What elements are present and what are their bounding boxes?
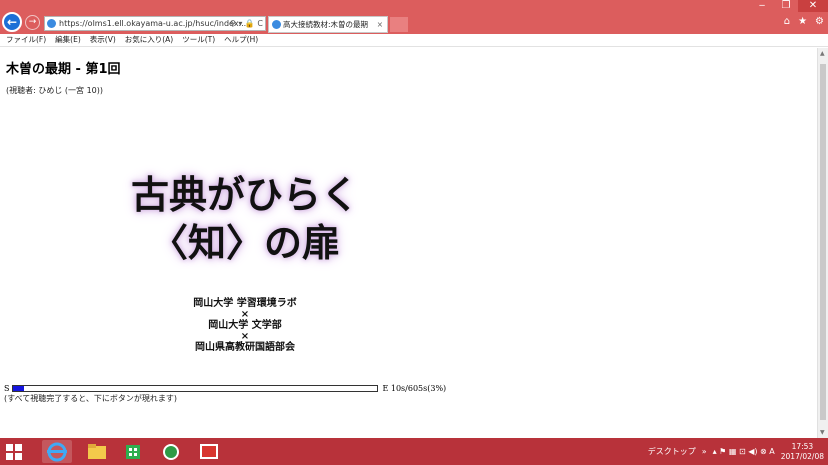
windows-taskbar: デスクトップ » ▴ ⚑ ▦ ⊡ ◀) ⊗ A 17:53 2017/02/08 — [0, 438, 828, 465]
minimize-button[interactable]: ‒ — [750, 0, 774, 12]
clock-date: 2017/02/08 — [780, 451, 824, 461]
page-content: 木曽の最期 - 第1回 (視聴者: ひめじ (一宮 10)) 古典がひらく 〈知… — [0, 48, 817, 438]
tray-chevron-icon[interactable]: » — [702, 447, 707, 456]
address-bar[interactable]: https://olms1.ell.okayama-u.ac.jp/hsuc/i… — [44, 16, 266, 31]
progress-e: E — [382, 383, 389, 393]
video-credits: 岡山大学 学習環境ラボ × 岡山大学 文学部 × 岡山県高教研国語部会 — [0, 298, 490, 353]
back-button[interactable]: ← — [2, 12, 22, 32]
system-tray: デスクトップ » ▴ ⚑ ▦ ⊡ ◀) ⊗ A 17:53 2017/02/08 — [648, 438, 828, 465]
store-icon — [126, 445, 140, 459]
progress-start-label: S — [4, 383, 10, 393]
file-explorer-taskbar-icon[interactable] — [82, 440, 112, 463]
credit-line: 岡山県高教研国語部会 — [195, 342, 295, 353]
scrollbar-thumb[interactable] — [820, 64, 826, 420]
menu-bar: ファイル(F) 編集(E) 表示(V) お気に入り(A) ツール(T) ヘルプ(… — [0, 34, 828, 47]
app-taskbar-icon-2[interactable] — [194, 440, 224, 463]
back-arrow-icon: ← — [6, 15, 18, 29]
video-player[interactable]: 古典がひらく 〈知〉の扉 岡山大学 学習環境ラボ × 岡山大学 文学部 × 岡山… — [0, 112, 490, 374]
menu-tools[interactable]: ツール(T) — [182, 34, 215, 46]
viewing-progress: S E 10s/605s(3%) — [4, 383, 446, 393]
close-window-button[interactable]: ✕ — [798, 0, 828, 12]
browser-toolbar-icons: ⌂ ★ ⚙ — [784, 16, 824, 27]
menu-favorites[interactable]: お気に入り(A) — [125, 34, 173, 46]
progress-fill — [13, 385, 25, 391]
new-tab-button[interactable] — [390, 17, 408, 32]
credit-line: 岡山大学 文学部 — [208, 320, 282, 331]
site-favicon-icon — [47, 19, 56, 28]
address-tools-icons[interactable]: ⚲ ▾ 🔒 C — [230, 17, 263, 30]
folder-icon — [88, 444, 106, 459]
forward-arrow-icon: → — [28, 17, 37, 27]
ie-icon — [47, 442, 67, 462]
favorites-star-icon[interactable]: ★ — [798, 16, 807, 27]
scroll-down-icon[interactable]: ▼ — [820, 429, 825, 436]
red-app-icon — [200, 444, 218, 459]
credit-line: 岡山大学 学習環境ラボ — [193, 298, 297, 309]
tray-status-icons[interactable]: ▴ ⚑ ▦ ⊡ ◀) ⊗ A — [713, 447, 775, 456]
internet-explorer-taskbar-icon[interactable] — [42, 440, 72, 463]
scroll-up-icon[interactable]: ▲ — [820, 50, 825, 57]
home-icon[interactable]: ⌂ — [784, 16, 790, 27]
restore-button[interactable]: ❐ — [774, 0, 798, 12]
credit-separator: × — [240, 309, 250, 320]
video-slogan-line2: 〈知〉の扉 — [149, 220, 340, 265]
taskbar-clock[interactable]: 17:53 2017/02/08 — [781, 442, 824, 462]
windows-start-button[interactable] — [6, 444, 22, 460]
settings-gear-icon[interactable]: ⚙ — [815, 16, 824, 27]
progress-track — [12, 384, 379, 392]
tab-title: 高大接続教材:木曽の最期 — [283, 20, 369, 29]
tray-desktop-label[interactable]: デスクトップ — [648, 446, 696, 457]
progress-status: 10s/605s(3%) — [390, 383, 447, 393]
address-url: https://olms1.ell.okayama-u.ac.jp/hsuc/i… — [59, 19, 247, 28]
page-title: 木曽の最期 - 第1回 — [6, 62, 121, 77]
browser-titlebar: ‒ ❐ ✕ ← → https://olms1.ell.okayama-u.ac… — [0, 0, 828, 34]
progress-end-label: E 10s/605s(3%) — [382, 384, 446, 393]
app-taskbar-icon[interactable] — [156, 440, 186, 463]
menu-help[interactable]: ヘルプ(H) — [224, 34, 258, 46]
clock-time: 17:53 — [791, 441, 814, 451]
browser-tab-active[interactable]: 高大接続教材:木曽の最期 × — [268, 16, 388, 33]
window-controls: ‒ ❐ ✕ — [750, 0, 828, 12]
credit-separator: × — [240, 331, 250, 342]
green-app-icon — [163, 444, 179, 460]
forward-button[interactable]: → — [25, 15, 40, 30]
tab-favicon-icon — [272, 20, 281, 29]
vertical-scrollbar[interactable]: ▲ ▼ — [817, 48, 828, 438]
tab-close-icon[interactable]: × — [377, 17, 383, 32]
menu-file[interactable]: ファイル(F) — [6, 34, 46, 46]
menu-edit[interactable]: 編集(E) — [55, 34, 81, 46]
viewer-info: (視聴者: ひめじ (一宮 10)) — [6, 86, 103, 95]
completion-note: (すべて視聴完了すると、下にボタンが現れます) — [4, 394, 178, 403]
store-taskbar-icon[interactable] — [118, 440, 148, 463]
menu-view[interactable]: 表示(V) — [90, 34, 116, 46]
video-slogan-line1: 古典がひらく — [130, 172, 359, 217]
